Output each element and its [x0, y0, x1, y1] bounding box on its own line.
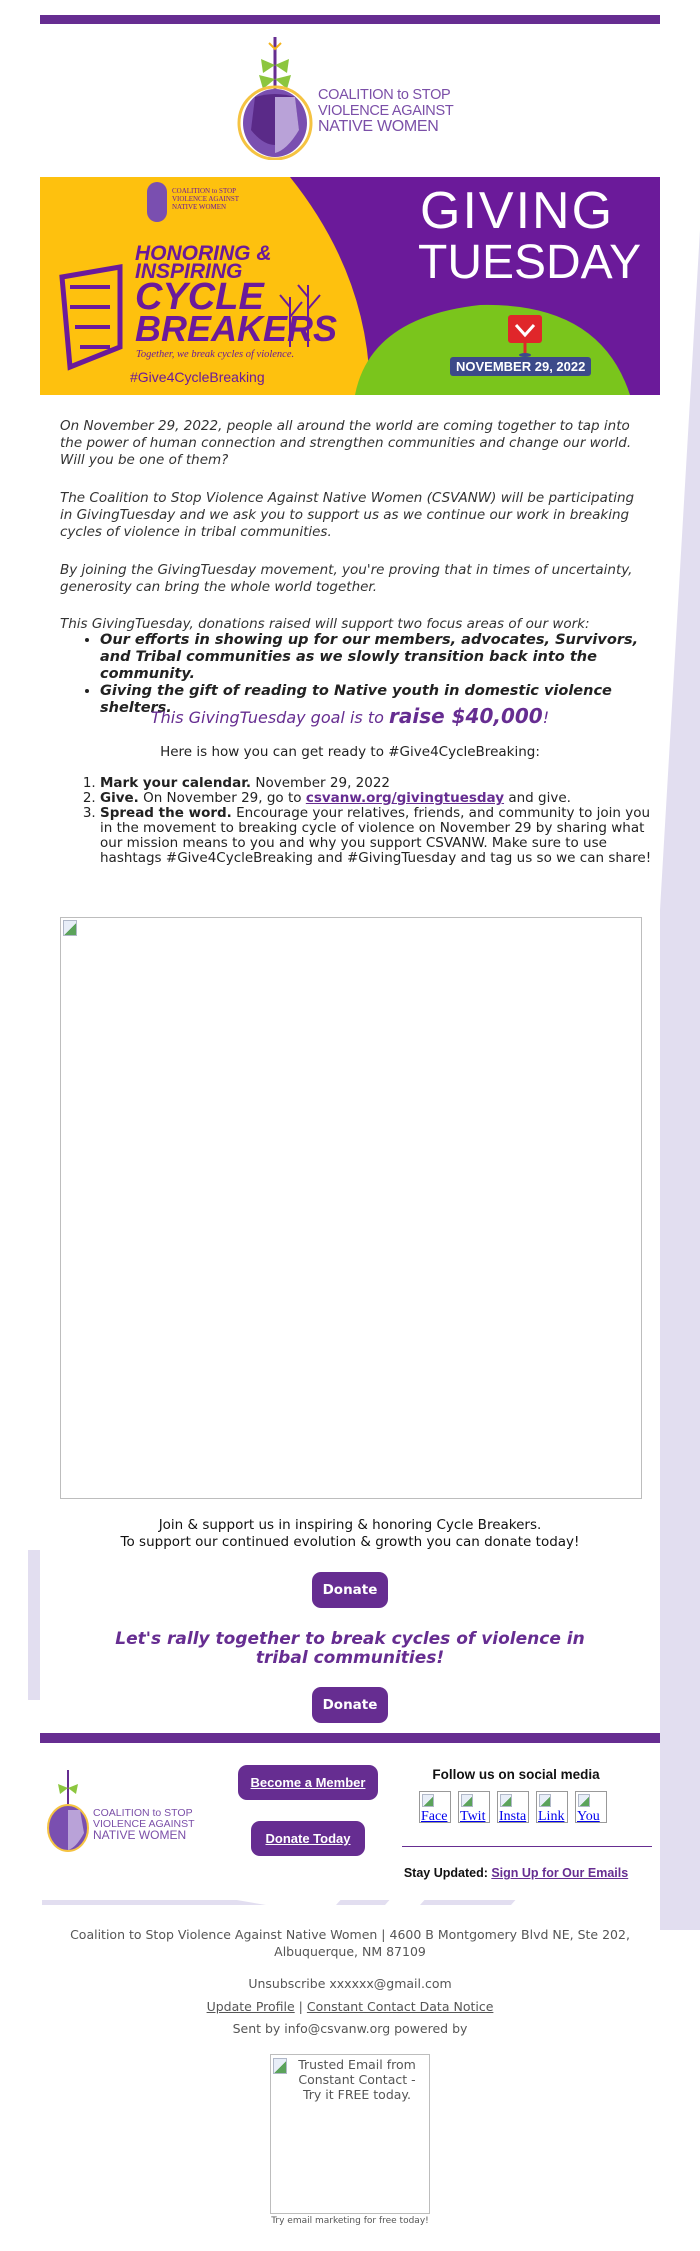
- data-notice-link[interactable]: Constant Contact Data Notice: [307, 1999, 494, 2014]
- constant-contact-alt: Trusted Email from Constant Contact - Tr…: [298, 2057, 416, 2102]
- broken-image-icon: [539, 1794, 551, 1807]
- broken-image-icon: [422, 1794, 434, 1807]
- logo-line: NATIVE WOMEN: [93, 1828, 187, 1842]
- logo-text: COALITION to STOP VIOLENCE AGAINST NATIV…: [318, 87, 454, 135]
- background-decoration: [660, 230, 700, 1930]
- intro-p1: On November 29, 2022, people all around …: [60, 418, 632, 468]
- stay-updated: Stay Updated: Sign Up for Our Emails: [400, 1866, 632, 1880]
- focus-item: Our efforts in showing up for our member…: [100, 632, 660, 683]
- banner-logo-line: COALITION to STOP: [172, 187, 237, 195]
- update-profile-link[interactable]: Update Profile: [207, 1999, 295, 2014]
- rally-heading: Let's rally together to break cycles of …: [115, 1629, 585, 1668]
- top-accent-bar: [40, 15, 660, 24]
- step-text: and give.: [504, 790, 571, 806]
- broken-image-icon: [578, 1794, 590, 1807]
- howto-title: Here is how you can get ready to #Give4C…: [160, 744, 540, 760]
- unsubscribe-link[interactable]: Unsubscribe xxxxxx@gmail.com: [0, 1976, 700, 1991]
- background-decoration: [28, 1550, 40, 1700]
- facebook-icon[interactable]: Face: [419, 1791, 451, 1823]
- donate-today-label: Donate Today: [265, 1831, 351, 1846]
- donate-button[interactable]: Donate: [312, 1572, 388, 1608]
- date-badge: NOVEMBER 29, 2022: [450, 357, 592, 376]
- csvanw-logo[interactable]: COALITION to STOP VIOLENCE AGAINST NATIV…: [233, 35, 473, 161]
- cta-text: Join & support us in inspiring & honorin…: [60, 1517, 640, 1551]
- banner-headline: HONORING & INSPIRING CYCLE BREAKERS: [135, 243, 338, 349]
- social-alt: Insta: [499, 1809, 527, 1823]
- profile-links: Update Profile | Constant Contact Data N…: [0, 1999, 700, 2014]
- banner-logo-line: VIOLENCE AGAINST: [172, 195, 240, 203]
- step-item: Mark your calendar. November 29, 2022: [100, 776, 660, 791]
- broken-image-icon: [461, 1794, 473, 1807]
- goal-amount: raise $40,000: [388, 704, 543, 728]
- broken-image-icon: [500, 1794, 512, 1807]
- focus-lead: This GivingTuesday, donations raised wil…: [60, 616, 590, 632]
- social-alt: Link: [538, 1809, 565, 1823]
- broken-image-icon: [63, 920, 77, 936]
- logo-line: COALITION to STOP: [318, 87, 451, 103]
- step-item: Spread the word. Encourage your relative…: [100, 806, 660, 866]
- youtube-icon[interactable]: You: [575, 1791, 607, 1823]
- goal-tail: !: [542, 708, 550, 727]
- signup-emails-link[interactable]: Sign Up for Our Emails: [491, 1866, 628, 1880]
- cc-caption[interactable]: Try email marketing for free today!: [0, 2216, 700, 2226]
- step-bold: Spread the word.: [100, 805, 232, 821]
- step-bold: Give.: [100, 790, 139, 806]
- footer-logo-emblem-icon: [47, 1770, 89, 1852]
- social-icons: Face Twit Insta Link You: [419, 1791, 639, 1827]
- donate-button-2[interactable]: Donate: [312, 1687, 388, 1723]
- step-text: November 29, 2022: [251, 775, 391, 791]
- twitter-icon[interactable]: Twit: [458, 1791, 490, 1823]
- footer-accent-bar: [40, 1733, 660, 1743]
- goal-lead: This GivingTuesday goal is to: [150, 708, 389, 727]
- constant-contact-badge[interactable]: Trusted Email from Constant Contact - Tr…: [270, 2054, 430, 2214]
- banner-emblem-icon: [147, 182, 167, 222]
- tuesday-word: TUESDAY: [418, 236, 642, 289]
- footer-logo[interactable]: COALITION to STOP VIOLENCE AGAINST NATIV…: [46, 1768, 216, 1853]
- giving-word: GIVING: [420, 182, 615, 240]
- follow-title: Follow us on social media: [432, 1767, 600, 1782]
- become-member-button[interactable]: Become a Member: [238, 1765, 378, 1800]
- givingtuesday-link[interactable]: csvanw.org/givingtuesday: [306, 790, 504, 806]
- social-alt: Twit: [460, 1809, 486, 1823]
- logo-line: NATIVE WOMEN: [318, 118, 439, 135]
- banner-logo-line: NATIVE WOMEN: [172, 203, 227, 211]
- separator: |: [294, 1999, 307, 2014]
- banner-tagline: Together, we break cycles of violence.: [136, 349, 295, 360]
- become-member-label: Become a Member: [250, 1775, 366, 1790]
- banner-hashtag: #Give4CycleBreaking: [130, 369, 265, 385]
- logo-line: VIOLENCE AGAINST: [318, 103, 454, 119]
- legal-address: Coalition to Stop Violence Against Nativ…: [70, 1927, 630, 1959]
- instagram-icon[interactable]: Insta: [497, 1791, 529, 1823]
- step-text: On November 29, go to: [138, 790, 306, 806]
- broken-image: [60, 917, 642, 1499]
- logo-emblem-icon: [237, 37, 313, 161]
- step-bold: Mark your calendar.: [100, 775, 252, 791]
- intro-p2: The Coalition to Stop Violence Against N…: [60, 490, 635, 540]
- footer-logo-text: COALITION to STOP VIOLENCE AGAINST NATIV…: [93, 1808, 195, 1842]
- cta-line: Join & support us in inspiring & honorin…: [158, 1517, 542, 1533]
- sent-by: Sent by info@csvanw.org powered by: [232, 2021, 468, 2036]
- howto-steps: Mark your calendar. November 29, 2022 Gi…: [60, 776, 660, 866]
- linkedin-icon[interactable]: Link: [536, 1791, 568, 1823]
- giving-tuesday-banner[interactable]: COALITION to STOP VIOLENCE AGAINST NATIV…: [40, 177, 660, 395]
- social-alt: You: [577, 1809, 600, 1823]
- social-alt: Face: [421, 1809, 448, 1823]
- footer-divider: [402, 1846, 652, 1847]
- broken-image-icon: [273, 2058, 287, 2074]
- cta-line: To support our continued evolution & gro…: [120, 1534, 580, 1550]
- donate-today-button[interactable]: Donate Today: [251, 1821, 365, 1856]
- goal-heading: This GivingTuesday goal is to raise $40,…: [60, 706, 640, 727]
- banner-small-logo: COALITION to STOP VIOLENCE AGAINST NATIV…: [172, 187, 239, 211]
- focus-list: Our efforts in showing up for our member…: [60, 632, 660, 717]
- step-item: Give. On November 29, go to csvanw.org/g…: [100, 791, 660, 806]
- headline-line: BREAKERS: [135, 308, 338, 349]
- stay-label: Stay Updated:: [403, 1866, 492, 1880]
- intro-p3: By joining the GivingTuesday movement, y…: [60, 562, 633, 595]
